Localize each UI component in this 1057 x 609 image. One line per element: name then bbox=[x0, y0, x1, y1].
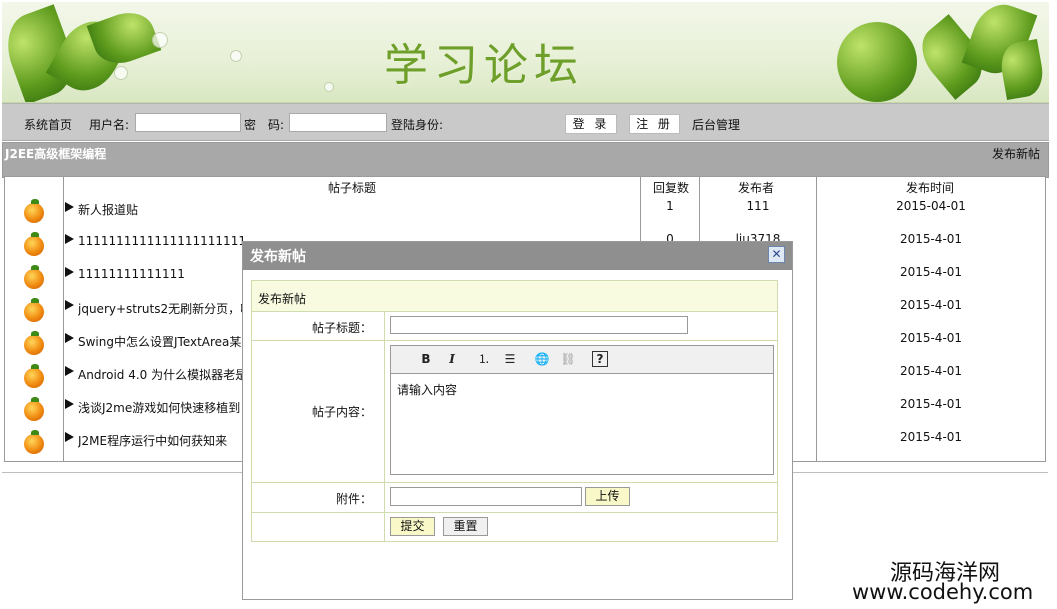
register-button[interactable]: 注 册 bbox=[629, 114, 680, 134]
leaf-decoration bbox=[837, 22, 917, 102]
italic-icon[interactable]: I bbox=[444, 351, 460, 367]
header-author: 发布者 bbox=[738, 181, 775, 195]
orange-icon bbox=[24, 232, 44, 256]
form-row-title: 帖子标题： bbox=[252, 311, 777, 341]
unlink-icon[interactable]: ⛓ bbox=[560, 351, 576, 367]
post-time: 2015-04-01 bbox=[896, 199, 966, 213]
post-author: 111 bbox=[746, 199, 770, 213]
bubble-decoration bbox=[152, 32, 168, 48]
title-input[interactable] bbox=[390, 316, 688, 334]
triangle-icon bbox=[65, 202, 74, 212]
dialog-title: 发布新帖 bbox=[250, 249, 306, 265]
reset-button[interactable]: 重置 bbox=[443, 517, 488, 536]
header-replies: 回复数 bbox=[653, 181, 690, 195]
header-time: 发布时间 bbox=[906, 181, 955, 195]
watermark-url: www.codehy.com bbox=[852, 580, 1034, 604]
section-bar: J2EE高级框架编程 发布新帖 bbox=[2, 142, 1049, 178]
form-row-attachment: 附件： 上传 bbox=[252, 482, 777, 513]
submit-button[interactable]: 提交 bbox=[390, 517, 435, 536]
new-post-link[interactable]: 发布新帖 bbox=[992, 145, 1040, 162]
new-post-dialog: 发布新帖 ✕ 发布新帖 帖子标题： 帖子内容： B I ⒈ ☰ 🌐 ⛓ ? 请输… bbox=[242, 241, 793, 600]
password-input[interactable] bbox=[289, 113, 387, 132]
post-title[interactable]: 浅谈J2me游戏如何快速移植到 bbox=[78, 399, 243, 416]
admin-link[interactable]: 后台管理 bbox=[692, 116, 740, 133]
post-title[interactable]: Android 4.0 为什么模拟器老是 bbox=[78, 366, 243, 383]
post-replies: 1 bbox=[666, 199, 674, 213]
title-label: 帖子标题： bbox=[311, 321, 372, 335]
post-title[interactable]: jquery+struts2无刷新分页，哪 bbox=[78, 300, 243, 317]
upload-button[interactable]: 上传 bbox=[585, 487, 630, 506]
post-time: 2015-4-01 bbox=[899, 265, 963, 279]
ordered-list-icon[interactable]: ⒈ bbox=[476, 351, 492, 367]
post-title[interactable]: J2ME程序运行中如何获知来 bbox=[78, 432, 243, 449]
orange-icon bbox=[24, 430, 44, 454]
section-name: J2EE高级框架编程 bbox=[5, 147, 107, 161]
triangle-icon bbox=[65, 432, 74, 442]
close-icon[interactable]: ✕ bbox=[768, 246, 785, 263]
triangle-icon bbox=[65, 399, 74, 409]
help-icon[interactable]: ? bbox=[592, 351, 608, 367]
post-time: 2015-4-01 bbox=[899, 397, 963, 411]
content-editor[interactable]: B I ⒈ ☰ 🌐 ⛓ ? 请输入内容 bbox=[390, 345, 774, 475]
login-bar: 系统首页 用户名: 密 码: 登陆身份: 登 录 注 册 后台管理 bbox=[2, 103, 1049, 141]
link-icon[interactable]: 🌐 bbox=[534, 351, 550, 367]
content-label: 帖子内容： bbox=[311, 405, 372, 419]
table-row[interactable]: 新人报道贴 1 111 2015-04-01 bbox=[5, 197, 1045, 230]
orange-icon bbox=[24, 199, 44, 223]
home-link[interactable]: 系统首页 bbox=[24, 116, 72, 133]
post-title[interactable]: 1111111111111111111111 bbox=[78, 234, 243, 248]
bubble-decoration bbox=[324, 82, 334, 92]
orange-icon bbox=[24, 331, 44, 355]
post-title[interactable]: Swing中怎么设置JTextArea某 bbox=[78, 333, 243, 350]
post-time: 2015-4-01 bbox=[899, 430, 963, 444]
post-title[interactable]: 11111111111111 bbox=[78, 267, 243, 281]
identity-label: 登陆身份: bbox=[391, 118, 444, 132]
dialog-titlebar: 发布新帖 ✕ bbox=[243, 242, 792, 270]
attachment-input[interactable] bbox=[390, 487, 582, 506]
header-banner: 学习论坛 bbox=[2, 2, 1049, 103]
orange-icon bbox=[24, 298, 44, 322]
form-header: 发布新帖 bbox=[252, 281, 777, 312]
editor-toolbar: B I ⒈ ☰ 🌐 ⛓ ? bbox=[391, 346, 773, 374]
triangle-icon bbox=[65, 267, 74, 277]
new-post-form: 发布新帖 帖子标题： 帖子内容： B I ⒈ ☰ 🌐 ⛓ ? 请输入内容 附件： bbox=[251, 280, 778, 542]
bubble-decoration bbox=[114, 66, 128, 80]
header-title: 帖子标题 bbox=[328, 181, 377, 195]
form-header-text: 发布新帖 bbox=[258, 292, 307, 306]
bubble-decoration bbox=[230, 50, 242, 62]
post-time: 2015-4-01 bbox=[899, 331, 963, 345]
unordered-list-icon[interactable]: ☰ bbox=[502, 351, 518, 367]
username-input[interactable] bbox=[135, 113, 241, 132]
login-button[interactable]: 登 录 bbox=[565, 114, 617, 134]
attachment-label: 附件： bbox=[335, 492, 372, 506]
bold-icon[interactable]: B bbox=[418, 351, 434, 367]
password-label: 密 码: bbox=[244, 118, 285, 132]
triangle-icon bbox=[65, 300, 74, 310]
orange-icon bbox=[24, 265, 44, 289]
triangle-icon bbox=[65, 333, 74, 343]
triangle-icon bbox=[65, 234, 74, 244]
orange-icon bbox=[24, 397, 44, 421]
post-time: 2015-4-01 bbox=[899, 298, 963, 312]
orange-icon bbox=[24, 364, 44, 388]
post-title[interactable]: 新人报道贴 bbox=[78, 201, 258, 218]
post-time: 2015-4-01 bbox=[899, 364, 963, 378]
post-time: 2015-4-01 bbox=[899, 232, 963, 246]
form-row-actions: 提交 重置 bbox=[252, 512, 777, 542]
content-placeholder: 请输入内容 bbox=[397, 383, 458, 397]
username-label: 用户名: bbox=[89, 118, 130, 132]
triangle-icon bbox=[65, 366, 74, 376]
site-title: 学习论坛 bbox=[384, 40, 584, 91]
